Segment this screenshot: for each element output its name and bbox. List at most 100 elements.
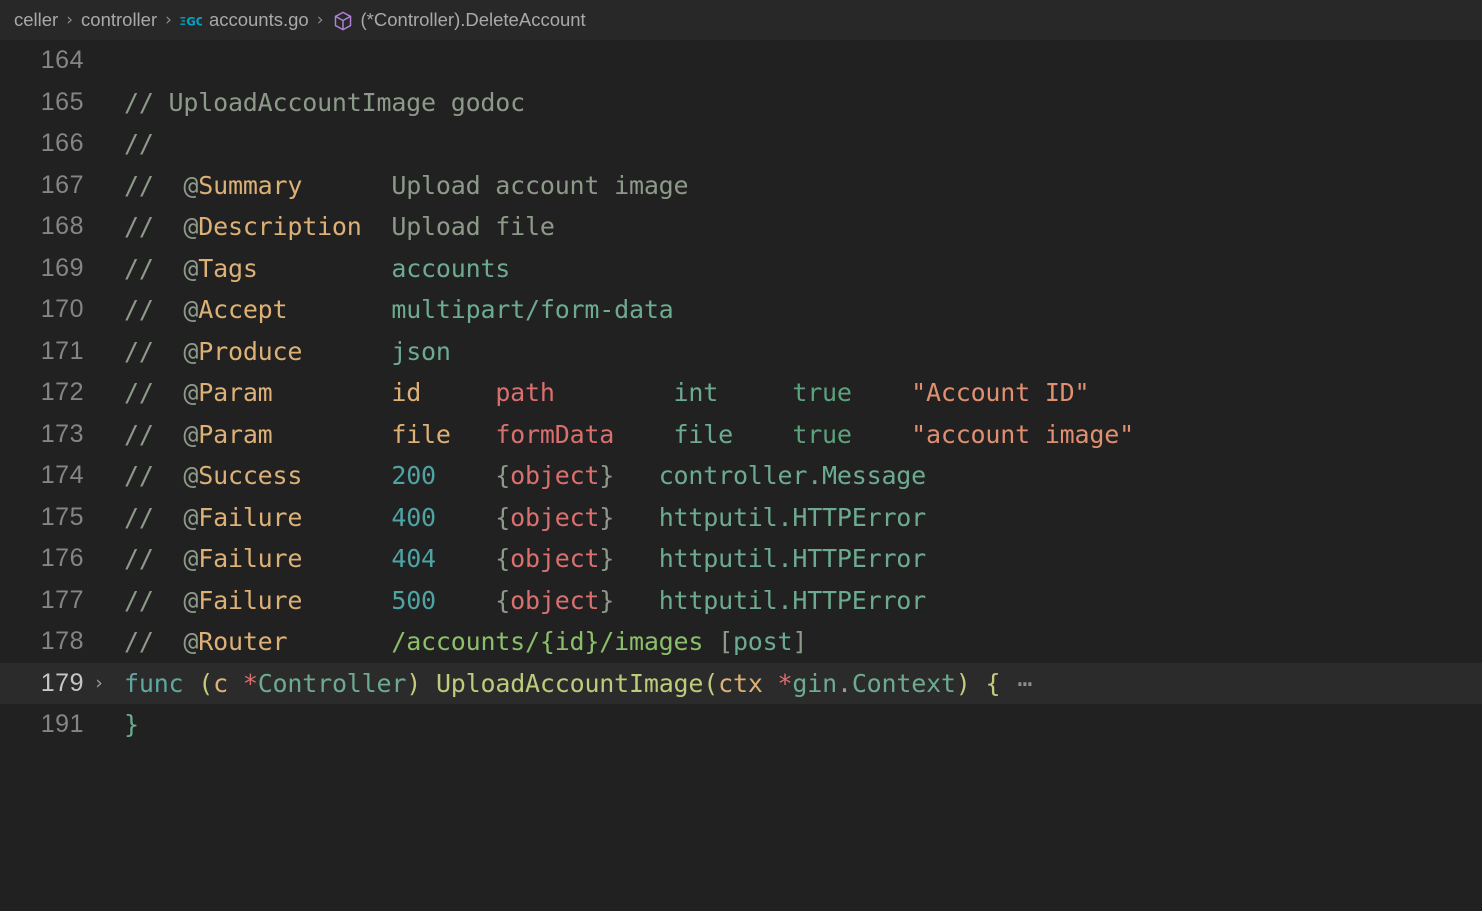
code-text: // @Param id path int true "Account ID"	[114, 372, 1482, 414]
code-text: // @Failure 404 {object} httputil.HTTPEr…	[114, 538, 1482, 580]
code-token: Description	[198, 212, 362, 241]
symbol-cube-icon	[332, 10, 354, 32]
code-token: object	[510, 502, 600, 532]
code-text: // @Description Upload file	[114, 206, 1482, 248]
code-line[interactable]: 175 // @Failure 400 {object} httputil.HTT…	[0, 497, 1482, 539]
code-token: 404	[391, 544, 436, 573]
code-line[interactable]: 171 // @Produce json	[0, 331, 1482, 373]
line-number: 178	[40, 627, 84, 655]
line-number: 167	[40, 170, 84, 199]
breadcrumb-separator-icon: ›	[316, 10, 324, 30]
code-token: 500	[391, 585, 436, 615]
code-line[interactable]: 176 // @Failure 404 {object} httputil.HTT…	[0, 538, 1482, 580]
code-token: Summary	[198, 170, 303, 200]
code-lines-container: 164 165// UploadAccountImage godoc 166//16…	[0, 40, 1482, 746]
code-line[interactable]: 170 // @Accept multipart/form-data	[0, 289, 1482, 331]
code-line[interactable]: 179 › func (c *Controller) UploadAccountIm…	[0, 662, 1482, 705]
code-line[interactable]: 169 // @Tags accounts	[0, 248, 1482, 290]
fold-chevron-icon[interactable]: ›	[84, 663, 114, 705]
code-token: /accounts/{id}/images	[391, 627, 704, 656]
code-line[interactable]: 173 // @Param file formData file true "ac…	[0, 414, 1482, 456]
code-token: }	[599, 544, 659, 573]
line-number: 173	[40, 419, 84, 448]
code-token: ]	[792, 627, 808, 656]
code-token: 400	[391, 502, 436, 532]
code-token: ctx	[718, 668, 763, 698]
code-line[interactable]: 177 // @Failure 500 {object} httputil.HTT…	[0, 580, 1482, 622]
code-line[interactable]: 172 // @Param id path int true "Account I…	[0, 372, 1482, 414]
code-line[interactable]: 166 //	[0, 123, 1482, 165]
code-line[interactable]: 167 // @Summary Upload account image	[0, 165, 1482, 207]
breadcrumb-label: (*Controller).DeleteAccount	[360, 9, 586, 30]
code-text: // @Success 200 {object} controller.Mess…	[114, 455, 1482, 497]
code-token: true	[792, 378, 852, 407]
code-token: accounts	[391, 253, 511, 283]
code-token: // @	[124, 170, 199, 200]
code-token: 200	[391, 461, 436, 490]
code-token: (	[703, 668, 719, 698]
code-token: object	[510, 585, 600, 615]
line-number: 168	[40, 212, 84, 240]
go-file-icon: GO	[180, 11, 206, 31]
code-line[interactable]: 165 // UploadAccountImage godoc	[0, 82, 1482, 124]
code-token: UploadAccountImage	[435, 668, 704, 698]
code-token: json	[391, 336, 451, 366]
code-line[interactable]: 168 // @Description Upload file	[0, 206, 1482, 248]
breadcrumb-label: accounts.go	[208, 9, 309, 30]
breadcrumb-label: celler	[14, 9, 59, 30]
code-token: .	[836, 668, 852, 698]
code-token: // @	[124, 502, 199, 532]
code-text: // @Produce json	[114, 331, 1482, 373]
line-number: 177	[40, 585, 84, 614]
code-token: httputil.HTTPError	[658, 544, 927, 573]
code-token: c	[213, 668, 228, 698]
code-token: *	[242, 668, 258, 698]
breadcrumb-separator-icon: ›	[165, 10, 172, 30]
code-token: Failure	[198, 544, 303, 573]
breadcrumb: celler › controller › GO accounts.go ›	[0, 0, 1482, 40]
breadcrumb-item-controller[interactable]: controller	[81, 9, 157, 31]
line-number: 171	[40, 336, 84, 365]
code-line[interactable]: 164	[0, 40, 1482, 82]
breadcrumb-item-celler[interactable]: celler	[14, 9, 58, 31]
code-token: *	[777, 668, 793, 698]
code-token: Param	[198, 419, 273, 449]
code-token: func	[124, 668, 184, 698]
code-token: }	[599, 585, 659, 615]
code-token: // @	[124, 627, 199, 656]
code-line[interactable]: 191}	[0, 704, 1482, 746]
code-token: // @	[124, 461, 199, 490]
code-token: id	[391, 378, 422, 407]
code-token: httputil.HTTPError	[658, 585, 927, 615]
code-text: //	[114, 123, 1482, 165]
code-token: Upload account image	[302, 170, 689, 200]
code-token: }	[599, 461, 659, 490]
code-token: httputil.HTTPError	[658, 502, 927, 532]
breadcrumb-separator-icon: ›	[66, 10, 74, 30]
code-line[interactable]: 174 // @Success 200 {object} controller.M…	[0, 455, 1482, 497]
code-token: file	[673, 419, 734, 449]
breadcrumb-item-symbol[interactable]: (*Controller).DeleteAccount	[332, 9, 586, 31]
code-token: Param	[198, 378, 273, 407]
code-token: object	[510, 544, 600, 573]
code-editor[interactable]: 164 165// UploadAccountImage godoc 166//16…	[0, 40, 1482, 911]
code-token: // @	[124, 253, 199, 283]
code-token: // @	[124, 295, 199, 324]
code-token: // @	[124, 336, 199, 366]
code-token: "Account ID"	[911, 378, 1090, 407]
code-token: [	[703, 627, 733, 656]
code-line[interactable]: 178 // @Router /accounts/{id}/images [pos…	[0, 621, 1482, 663]
code-token: // @	[124, 419, 199, 449]
code-token: Failure	[198, 585, 303, 615]
breadcrumb-item-accounts-go[interactable]: GO accounts.go	[180, 9, 309, 31]
svg-text:GO: GO	[186, 15, 202, 29]
